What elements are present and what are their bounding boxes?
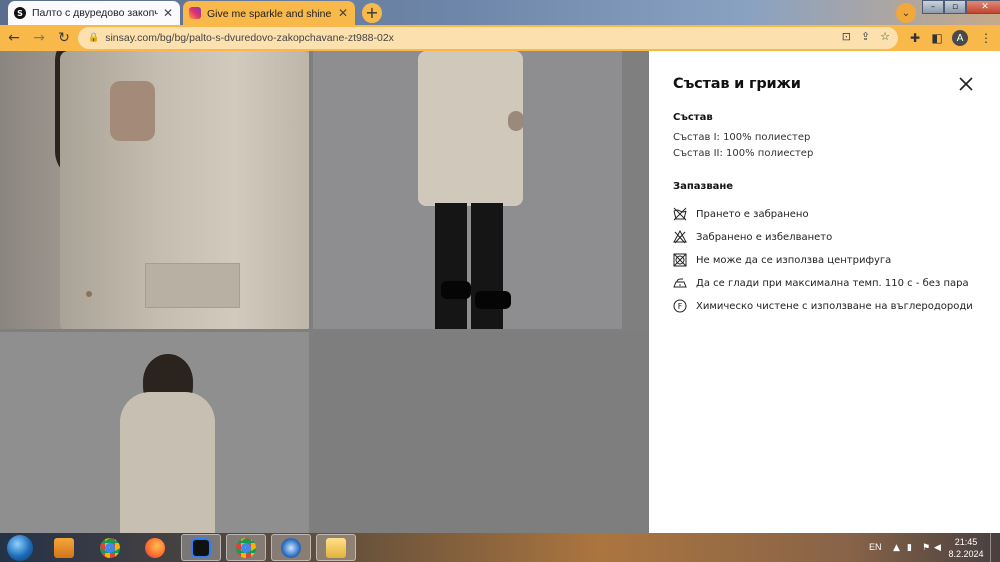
clock-date: 8.2.2024: [948, 549, 984, 559]
iron-icon: [673, 278, 687, 288]
language-indicator[interactable]: EN: [869, 542, 882, 552]
instagram-icon: [189, 7, 201, 19]
taskbar-thunderbird[interactable]: [271, 534, 311, 561]
care-item-no-tumble-dry: Не може да се използва центрифуга: [673, 252, 891, 268]
omnibox-actions: ⊡ ⇪ ☆: [842, 30, 890, 43]
browser-tab-strip: S Палто с двуредово закопчаване ✕ Give m…: [0, 0, 1000, 25]
show-desktop-button[interactable]: [990, 533, 1000, 562]
media-player-icon: [54, 537, 74, 558]
taskbar-chrome-active[interactable]: [226, 534, 266, 561]
boot-shape: [475, 291, 511, 309]
care-item-text: Не може да се използва центрифуга: [696, 254, 892, 266]
care-heading: Запазване: [673, 181, 734, 192]
side-panel-icon[interactable]: ◧: [927, 28, 947, 48]
coat-button-shape: [86, 291, 92, 297]
pocket-shape: [145, 263, 240, 308]
window-close-icon[interactable]: ✕: [966, 0, 1000, 14]
minimize-icon[interactable]: –: [922, 0, 944, 14]
chrome-icon: [100, 537, 120, 558]
browser-toolbar: ← → ↻ 🔒 sinsay.com/bg/bg/palto-s-dvuredo…: [0, 25, 1000, 51]
care-item-iron: Да се глади при максимална темп. 110 с -…: [673, 275, 969, 291]
trouser-leg-shape: [435, 203, 467, 329]
chrome-icon: [236, 537, 256, 558]
svg-text:F: F: [678, 302, 683, 311]
close-icon[interactable]: [957, 75, 975, 93]
care-item-text: Прането е забранено: [696, 208, 809, 220]
composition-line: Състав II: 100% полиестер: [673, 148, 814, 159]
taskbar-webex[interactable]: [181, 534, 221, 561]
taskbar-explorer[interactable]: [316, 534, 356, 561]
tab-sinsay-coat[interactable]: S Палто с двуредово закопчаване ✕: [8, 1, 180, 25]
back-arrow-icon[interactable]: ←: [3, 27, 25, 49]
volume-icon[interactable]: ◀: [934, 543, 941, 553]
menu-kebab-icon[interactable]: ⋮: [976, 28, 996, 48]
profile-avatar[interactable]: A: [952, 30, 968, 46]
taskbar-media-player[interactable]: [44, 534, 84, 561]
windows-orb-icon: [7, 534, 33, 561]
composition-line: Състав I: 100% полиестер: [673, 132, 811, 143]
tab-title: Палто с двуредово закопчаване: [32, 7, 158, 19]
tab-search-chevron-icon[interactable]: ⌄: [896, 3, 916, 23]
boot-shape: [441, 281, 471, 299]
tab-instagram[interactable]: Give me sparkle and shine ✨ • D ✕: [183, 1, 355, 25]
forward-arrow-icon[interactable]: →: [28, 27, 50, 49]
profile-initial: A: [956, 32, 964, 44]
close-tab-icon[interactable]: ✕: [162, 6, 174, 20]
product-photo-fullbody[interactable]: [313, 51, 622, 329]
reload-icon[interactable]: ↻: [53, 27, 75, 49]
composition-heading: Състав: [673, 112, 713, 123]
care-item-text: Химическо чистене с използване на въглер…: [696, 300, 973, 312]
hand-shape: [508, 111, 524, 131]
trouser-leg-shape: [471, 203, 503, 329]
address-bar[interactable]: 🔒 sinsay.com/bg/bg/palto-s-dvuredovo-zak…: [78, 27, 898, 49]
share-icon[interactable]: ⇪: [861, 30, 870, 43]
coat-shape: [418, 51, 523, 206]
tray-flag-icon[interactable]: ⚑: [922, 543, 930, 553]
taskbar-chrome[interactable]: [90, 534, 130, 561]
screen: S Палто с двуредово закопчаване ✕ Give m…: [0, 0, 1000, 562]
hand-shape: [110, 81, 155, 141]
no-tumble-dry-icon: [673, 253, 687, 267]
product-photo-placeholder: [313, 332, 649, 533]
webex-icon: [191, 537, 211, 558]
tab-title: Give me sparkle and shine ✨ • D: [207, 7, 333, 20]
start-button[interactable]: [3, 533, 37, 562]
lock-icon: 🔒: [88, 33, 100, 43]
care-item-no-wash: Прането е забранено: [673, 206, 809, 222]
dry-clean-f-icon: F: [673, 299, 687, 313]
thunderbird-icon: [281, 537, 301, 558]
product-photo-back[interactable]: [0, 332, 309, 533]
bookmark-star-icon[interactable]: ☆: [880, 30, 890, 43]
composition-care-panel: Състав и грижи Състав Състав I: 100% пол…: [649, 51, 1000, 533]
window-controls: – ▫ ✕: [922, 0, 1000, 14]
plus-label: +: [365, 3, 379, 22]
product-photo-closeup[interactable]: [0, 51, 309, 329]
network-icon[interactable]: ▮: [907, 543, 912, 553]
windows-taskbar: EN ▲ ▮ ⚑ ◀ 21:45 8.2.2024: [0, 533, 1000, 562]
translate-icon[interactable]: ⊡: [842, 30, 851, 43]
coat-shape: [120, 392, 215, 533]
folder-icon: [326, 537, 346, 558]
page-content: Състав и грижи Състав Състав I: 100% пол…: [0, 51, 1000, 533]
no-wash-icon: [673, 207, 687, 221]
extensions-puzzle-icon[interactable]: ✚: [905, 28, 925, 48]
new-tab-button[interactable]: +: [362, 3, 382, 23]
care-item-text: Забранено е избелването: [696, 231, 833, 243]
address-url: sinsay.com/bg/bg/palto-s-dvuredovo-zakop…: [105, 32, 394, 44]
taskbar-clock[interactable]: 21:45 8.2.2024: [948, 536, 984, 560]
firefox-icon: [145, 537, 165, 558]
panel-title: Състав и грижи: [673, 76, 801, 92]
product-gallery-dimmed[interactable]: [0, 51, 649, 533]
sinsay-s-icon: S: [14, 7, 26, 19]
care-item-no-bleach: Забранено е избелването: [673, 229, 832, 245]
clock-time: 21:45: [954, 537, 978, 547]
no-bleach-icon: [673, 230, 687, 244]
close-tab-icon[interactable]: ✕: [337, 6, 349, 20]
taskbar-firefox[interactable]: [135, 534, 175, 561]
maximize-icon[interactable]: ▫: [944, 0, 966, 14]
care-item-text: Да се глади при максимална темп. 110 с -…: [696, 277, 969, 289]
tray-expand-icon[interactable]: ▲: [893, 543, 900, 553]
care-item-dry-clean: F Химическо чистене с използване на въгл…: [673, 298, 973, 314]
